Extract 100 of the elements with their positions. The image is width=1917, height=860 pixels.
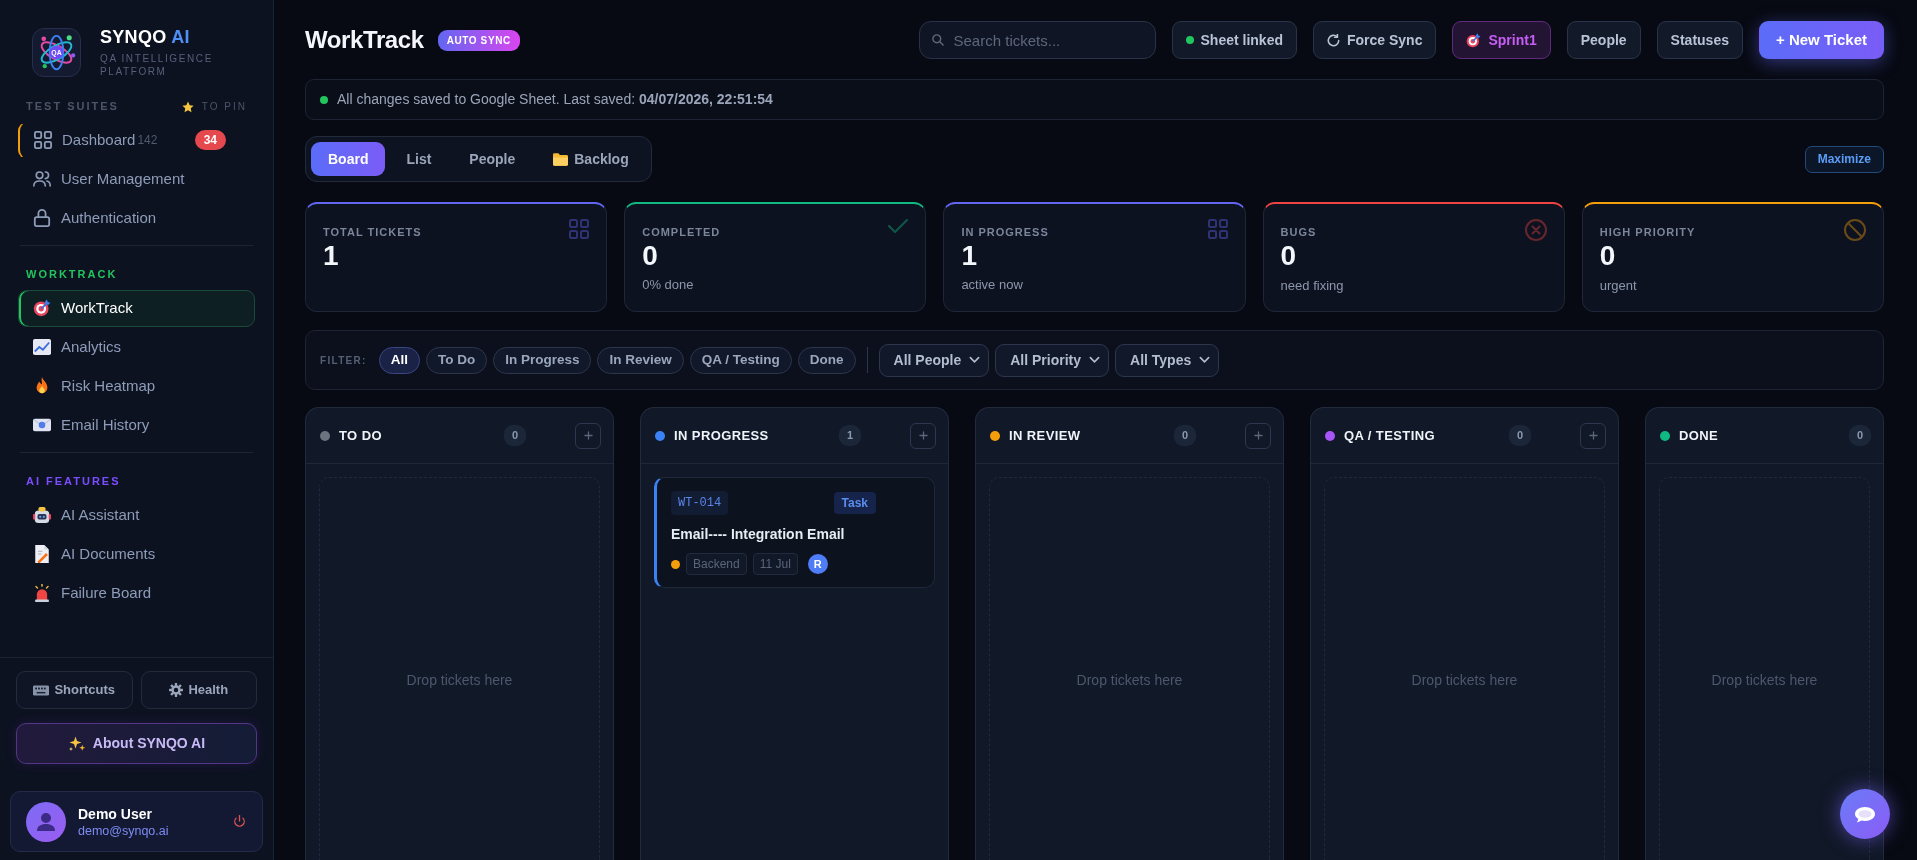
users-icon bbox=[33, 170, 51, 189]
plus-icon bbox=[583, 431, 593, 440]
maximize-button[interactable]: Maximize bbox=[1804, 145, 1884, 173]
drop-zone: Drop tickets here bbox=[319, 477, 600, 860]
column-title: DONE bbox=[1679, 426, 1720, 445]
stat-value: 1 bbox=[961, 240, 978, 272]
lock-icon bbox=[33, 209, 51, 228]
filter-dropdown[interactable]: All Priority bbox=[995, 343, 1109, 377]
search-icon bbox=[931, 34, 944, 46]
grid-icon bbox=[1207, 219, 1228, 239]
power-icon[interactable] bbox=[233, 815, 246, 828]
keyboard-icon bbox=[33, 684, 50, 696]
user-avatar-icon bbox=[26, 801, 66, 842]
siren-icon bbox=[33, 584, 51, 603]
header-button[interactable]: Statuses bbox=[1656, 21, 1743, 59]
add-ticket-button[interactable] bbox=[575, 422, 601, 449]
sparkles-icon bbox=[67, 734, 86, 753]
filter-chip[interactable]: In Progress bbox=[493, 346, 592, 374]
stat-value: 1 bbox=[323, 240, 340, 272]
plus-icon bbox=[1588, 431, 1598, 440]
filter-dropdown[interactable]: All People bbox=[878, 343, 990, 377]
about-button[interactable]: About SYNQO AI bbox=[16, 723, 257, 764]
item-count: 142 bbox=[137, 132, 158, 150]
app-name: SYNQO AI bbox=[100, 27, 191, 48]
sidebar-item[interactable]: Risk Heatmap bbox=[18, 367, 255, 405]
target-icon bbox=[1466, 32, 1482, 48]
sidebar-item[interactable]: Analytics bbox=[18, 328, 255, 366]
view-tab[interactable]: List bbox=[389, 142, 449, 176]
filter-dropdown[interactable]: All Types bbox=[1115, 343, 1220, 377]
stat-label: IN PROGRESS bbox=[961, 225, 1049, 240]
filter-chip[interactable]: To Do bbox=[425, 346, 488, 374]
sidebar-item[interactable]: Email History bbox=[18, 406, 255, 444]
count-badge: 34 bbox=[194, 130, 226, 151]
stat-label: TOTAL TICKETS bbox=[323, 225, 422, 240]
column-count: 0 bbox=[1173, 425, 1196, 446]
section-label: WORKTRACK bbox=[26, 267, 118, 283]
view-tab[interactable]: Backlog bbox=[536, 142, 646, 176]
chevron-down-icon bbox=[1199, 356, 1211, 364]
sidebar-item[interactable]: WorkTrack bbox=[18, 289, 255, 327]
ticket-card[interactable]: WT-014 Task Email---- Integration Email Backend 11 Jul R bbox=[654, 477, 935, 588]
stat-label: BUGS bbox=[1280, 225, 1317, 240]
folder-icon bbox=[553, 152, 569, 166]
column-count: 0 bbox=[1848, 425, 1871, 446]
stat-caption: 0% done bbox=[642, 276, 695, 295]
sheet-status-button[interactable]: Sheet linked bbox=[1171, 21, 1297, 59]
check-icon bbox=[888, 219, 909, 233]
line-chart-icon bbox=[33, 338, 51, 357]
stat-label: COMPLETED bbox=[642, 225, 721, 240]
sidebar-item[interactable]: AI Assistant bbox=[18, 496, 255, 534]
ban-icon bbox=[1844, 219, 1866, 241]
add-ticket-button[interactable] bbox=[1245, 422, 1271, 449]
health-button[interactable]: Health bbox=[140, 671, 257, 709]
sidebar-item[interactable]: User Management bbox=[18, 160, 255, 198]
auto-sync-badge: AUTO SYNC bbox=[437, 29, 520, 51]
view-tab[interactable]: People bbox=[452, 142, 533, 176]
status-dot-icon bbox=[1185, 36, 1194, 44]
stat-value: 0 bbox=[1280, 241, 1298, 272]
sidebar-item[interactable]: Authentication bbox=[18, 199, 255, 237]
drop-zone: Drop tickets here bbox=[1324, 477, 1605, 860]
document-icon bbox=[33, 545, 51, 564]
user-email: demo@synqo.ai bbox=[78, 822, 170, 839]
robot-icon bbox=[33, 506, 51, 525]
stat-caption: urgent bbox=[1599, 276, 1638, 295]
filter-label: FILTER: bbox=[320, 353, 367, 368]
search-field[interactable]: Search tickets... bbox=[918, 21, 1156, 59]
filter-chip[interactable]: In Review bbox=[597, 346, 684, 374]
pin-hint: TO PIN bbox=[201, 100, 247, 115]
filter-chip[interactable]: All bbox=[378, 346, 420, 374]
header-button[interactable]: People bbox=[1566, 21, 1641, 59]
grid-icon bbox=[569, 219, 590, 239]
add-ticket-button[interactable] bbox=[1580, 422, 1606, 449]
x-circle-icon bbox=[1524, 219, 1547, 241]
drop-zone: Drop tickets here bbox=[989, 477, 1270, 860]
column-count: 0 bbox=[1508, 425, 1531, 446]
chevron-down-icon bbox=[969, 356, 981, 364]
sprint-button[interactable]: Sprint1 bbox=[1452, 21, 1551, 59]
section-label: AI FEATURES bbox=[26, 474, 121, 490]
sidebar-item[interactable]: Failure Board bbox=[18, 574, 255, 612]
column-count: 0 bbox=[503, 425, 526, 446]
filter-chip[interactable]: Done bbox=[797, 346, 856, 374]
refresh-icon bbox=[1327, 33, 1340, 47]
new-ticket-button[interactable]: + New Ticket bbox=[1758, 21, 1884, 59]
chevron-down-icon bbox=[1089, 356, 1100, 364]
assignee-avatar: R bbox=[807, 554, 828, 574]
view-tab[interactable]: Board bbox=[311, 142, 386, 176]
target-icon bbox=[33, 299, 51, 318]
sync-button[interactable]: Force Sync bbox=[1313, 21, 1437, 59]
add-ticket-button[interactable] bbox=[910, 422, 936, 449]
ticket-type: Task bbox=[833, 492, 876, 514]
ticket-date: 11 Jul bbox=[752, 553, 798, 575]
user-name: Demo User bbox=[78, 804, 153, 823]
shortcuts-button[interactable]: Shortcuts bbox=[16, 671, 133, 709]
sidebar-item[interactable]: AI Documents bbox=[18, 535, 255, 573]
page-title: WorkTrack bbox=[305, 25, 424, 55]
star-icon bbox=[181, 100, 194, 113]
column-title: IN PROGRESS bbox=[674, 426, 770, 445]
save-status-text: All changes saved to Google Sheet. Last saved: 04/07/2026, 22:51:54 bbox=[337, 90, 773, 109]
ticket-title: Email---- Integration Email bbox=[671, 525, 846, 544]
filter-chip[interactable]: QA / Testing bbox=[689, 346, 792, 374]
sidebar-item[interactable]: Dashboard 142 34 bbox=[18, 121, 255, 159]
